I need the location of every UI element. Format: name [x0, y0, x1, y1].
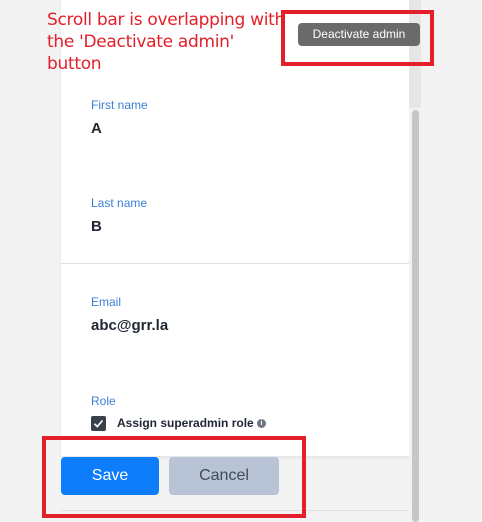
- superadmin-checkbox[interactable]: [91, 416, 106, 431]
- email-value: abc@grr.la: [91, 317, 169, 334]
- first-name-value: A: [91, 120, 102, 137]
- last-name-value: B: [91, 218, 102, 235]
- role-label: Role: [91, 394, 116, 408]
- scrollbar-thumb[interactable]: [412, 110, 419, 522]
- annotation-text: Scroll bar is overlapping with the 'Deac…: [47, 10, 285, 74]
- deactivate-admin-button[interactable]: Deactivate admin: [298, 23, 420, 46]
- superadmin-checkbox-label[interactable]: Assign superadmin role: [117, 416, 254, 430]
- email-label: Email: [91, 295, 122, 309]
- info-icon[interactable]: i: [257, 419, 266, 428]
- annotation-box-buttons: [42, 436, 306, 518]
- section-divider: [61, 263, 420, 264]
- checkmark-icon: [93, 419, 104, 428]
- last-name-label: Last name: [91, 196, 148, 210]
- first-name-label: First name: [91, 98, 148, 112]
